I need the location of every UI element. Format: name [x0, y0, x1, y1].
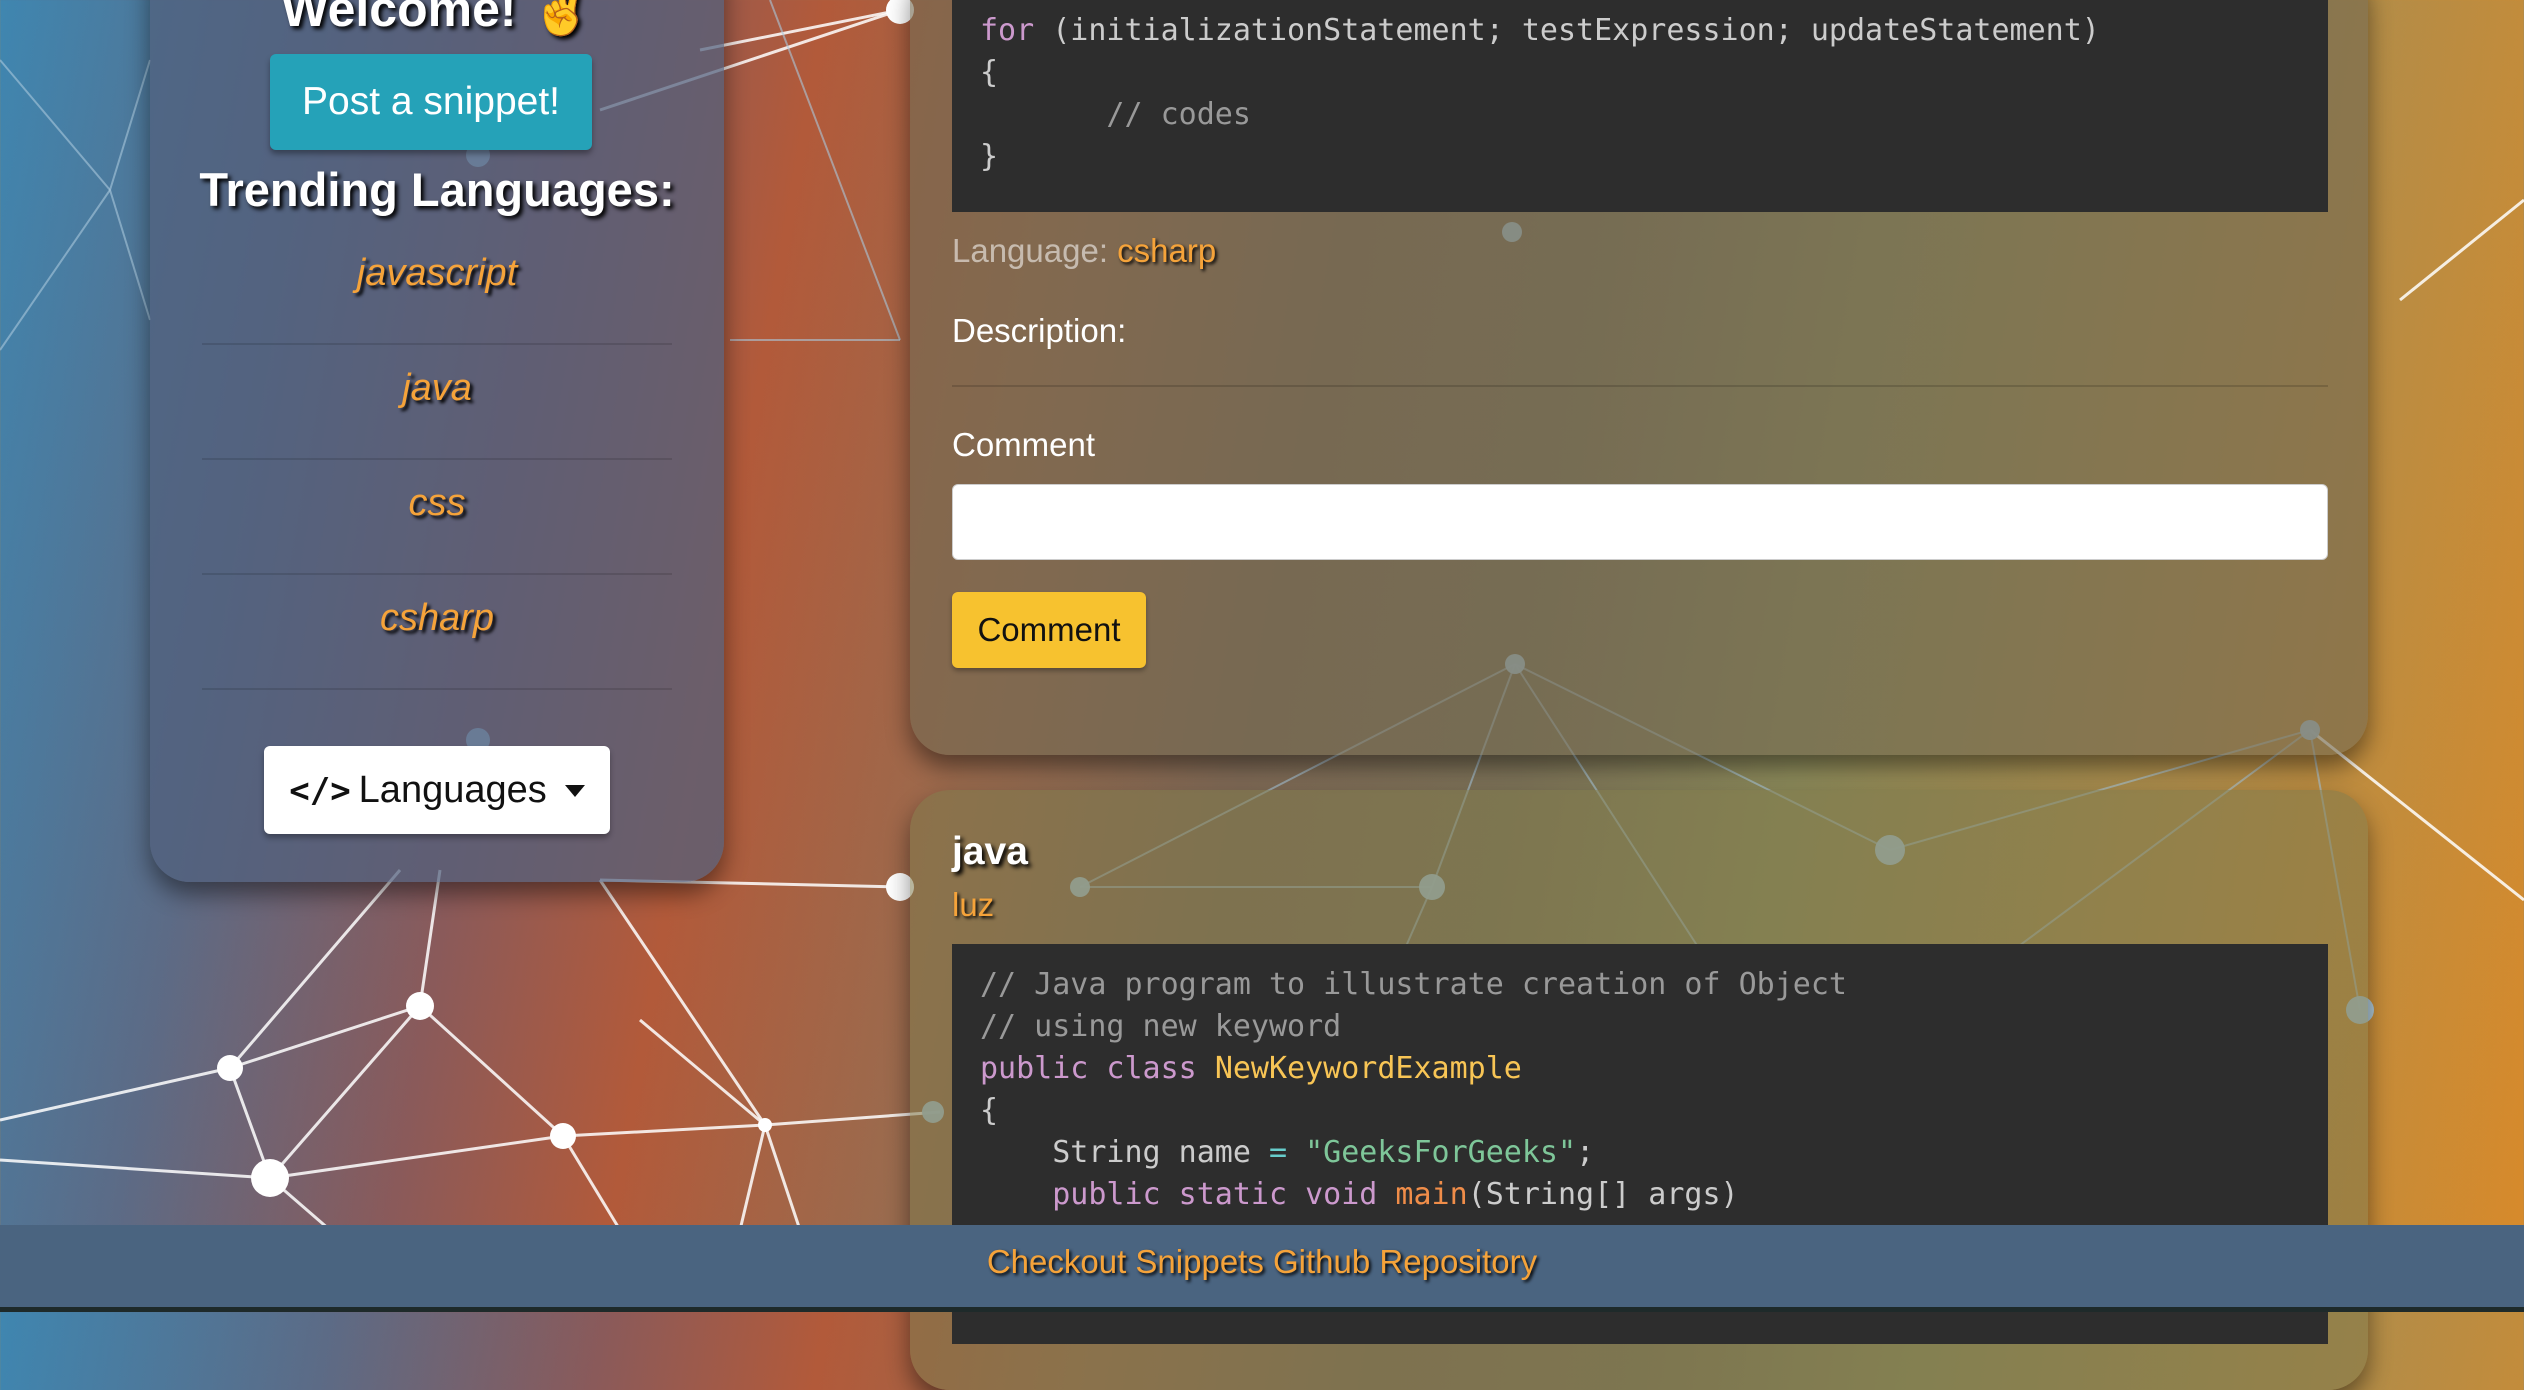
snippet-language-line: Language: csharp — [952, 232, 1216, 270]
post-snippet-button[interactable]: Post a snippet! — [270, 54, 592, 150]
code-line: { — [980, 55, 999, 90]
code-line: // Java program to illustrate creation o… — [980, 967, 1847, 1002]
list-item: css — [202, 460, 672, 575]
code-line: for (initializationStatement; testExpres… — [980, 13, 2100, 48]
snippet-language-title: java — [952, 830, 1028, 873]
trending-languages-title: Trending Languages: — [199, 163, 675, 216]
bottom-strip — [0, 1307, 2524, 1312]
languages-dropdown-button[interactable]: </> Languages — [264, 746, 610, 834]
comment-label: Comment — [952, 426, 1096, 463]
code-string: "GeeksForGeeks" — [1305, 1135, 1577, 1170]
trending-language-link[interactable]: java — [202, 367, 672, 410]
code-class-name: NewKeywordExample — [1214, 1051, 1522, 1086]
code-line: // using new keyword — [980, 1009, 1342, 1044]
code-line: String name = "GeeksForGeeks"; — [980, 1135, 1594, 1170]
code-text: String name — [1052, 1135, 1269, 1170]
list-item: csharp — [202, 575, 672, 690]
comment-button[interactable]: Comment — [952, 592, 1146, 668]
list-item: javascript — [202, 230, 672, 345]
code-operator: = — [1269, 1135, 1288, 1170]
trending-language-link[interactable]: csharp — [202, 597, 672, 640]
code-line: public static void main(String[] args) — [980, 1177, 1739, 1212]
code-line: public class NewKeywordExample — [980, 1051, 1522, 1086]
code-text: (String[] args) — [1467, 1177, 1739, 1212]
welcome-heading: Welcome! ✌️ — [281, 0, 593, 37]
code-keyword: for — [980, 13, 1035, 48]
code-line: } — [980, 139, 999, 174]
comment-input[interactable] — [952, 484, 2328, 560]
description-label: Description: — [952, 312, 1127, 349]
code-text: ; — [1576, 1135, 1595, 1170]
list-item: java — [202, 345, 672, 460]
code-keyword: public class — [980, 1051, 1197, 1086]
github-repository-link[interactable]: Checkout Snippets Github Repository — [987, 1243, 1537, 1281]
caret-down-icon — [564, 785, 585, 798]
sidebar-panel: Welcome! ✌️ Post a snippet! Trending Lan… — [150, 0, 724, 882]
code-line: { — [980, 1093, 999, 1128]
language-label: Language: — [952, 232, 1108, 269]
code-text: (initializationStatement; testExpression… — [1034, 13, 2100, 48]
trending-language-link[interactable]: javascript — [202, 252, 672, 295]
languages-dropdown-label: Languages — [358, 768, 547, 811]
divider — [952, 385, 2328, 387]
trending-language-link[interactable]: css — [202, 482, 672, 525]
trending-languages-list: javascript java css csharp — [202, 230, 672, 690]
snippet-author-link[interactable]: luz — [952, 886, 994, 924]
language-value[interactable]: csharp — [1117, 232, 1216, 269]
code-line: // codes — [980, 97, 1251, 132]
code-icon: </> — [289, 770, 351, 811]
code-block: for (initializationStatement; testExpres… — [952, 0, 2328, 212]
footer: Checkout Snippets Github Repository — [0, 1225, 2524, 1307]
code-function-name: main — [1395, 1177, 1468, 1212]
code-keyword: public static void — [1052, 1177, 1378, 1212]
snippet-card: for (initializationStatement; testExpres… — [910, 0, 2368, 755]
